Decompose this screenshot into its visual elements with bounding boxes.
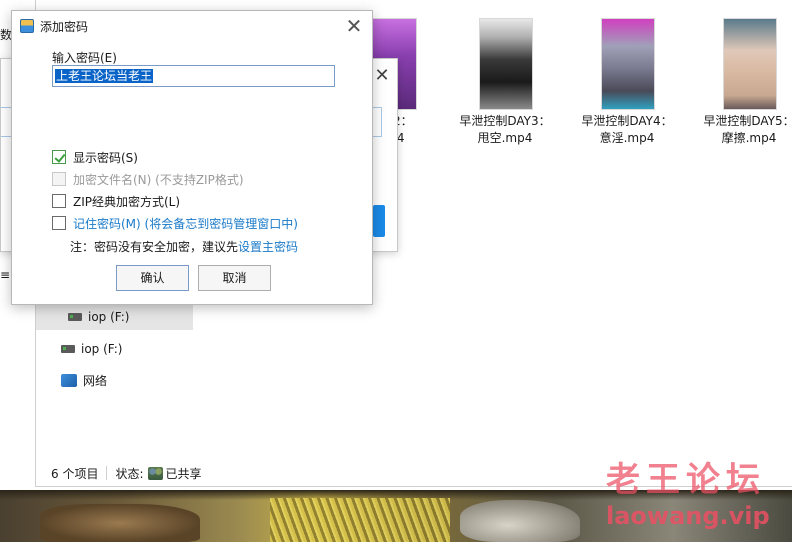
video-thumbnail[interactable] [479, 18, 533, 110]
archive-icon [20, 19, 34, 33]
status-divider [106, 466, 108, 480]
dialog-title: 添加密码 [40, 19, 89, 34]
cancel-button[interactable]: 取消 [198, 265, 271, 291]
nav-item-network[interactable]: 网络 [36, 367, 193, 393]
status-value: 已共享 [165, 466, 202, 481]
item-count: 6 个项目 [51, 466, 99, 481]
left-edge-text: ≡ [0, 268, 11, 282]
set-master-password-link[interactable]: 设置主密码 [238, 240, 298, 254]
wallpaper-mud [40, 504, 200, 542]
status-label: 状态: [115, 466, 144, 481]
show-password-option[interactable]: 显示密码(S) [52, 148, 138, 166]
password-value: 上老王论坛当老王 [55, 69, 154, 83]
caption-line: 意淫.mp4 [599, 131, 655, 145]
network-icon [61, 373, 77, 387]
nav-item-drive-selected[interactable]: iop (F:) [36, 304, 193, 330]
file-caption[interactable]: 早泄控制DAY4： 意淫.mp4 [572, 113, 682, 147]
password-label: 输入密码(E) [52, 51, 117, 65]
remember-password-option[interactable]: 记住密码(M) (将会备忘到密码管理窗口中) [52, 214, 298, 232]
watermark-url: laowang.vip [606, 502, 770, 530]
drive-icon [61, 345, 75, 353]
zip-classic-option[interactable]: ZIP经典加密方式(L) [52, 192, 180, 210]
file-caption[interactable]: 早泄控制DAY5： 摩擦.mp4 [694, 113, 792, 147]
remember-password-label: 记住密码(M) (将会备忘到密码管理窗口中) [73, 216, 298, 231]
caption-line: 早泄控制DAY5： [703, 114, 792, 128]
video-thumbnail[interactable] [723, 18, 777, 110]
encrypt-filenames-checkbox [52, 172, 66, 186]
video-thumbnail[interactable] [601, 18, 655, 110]
zip-classic-label: ZIP经典加密方式(L) [73, 194, 181, 209]
caption-line: 甩空.mp4 [477, 131, 533, 145]
zip-classic-checkbox[interactable] [52, 194, 66, 208]
confirm-button[interactable]: 确认 [116, 265, 189, 291]
caption-line: 早泄控制DAY4： [581, 114, 673, 128]
show-password-label: 显示密码(S) [73, 150, 138, 165]
encrypt-filenames-option: 加密文件名(N) (不支持ZIP格式) [52, 170, 244, 188]
wallpaper-rock [460, 500, 580, 542]
background-dialog-button[interactable] [373, 205, 385, 237]
nav-drive-selected-label: iop (F:) [88, 310, 130, 324]
nav-item-drive[interactable]: iop (F:) [36, 336, 193, 362]
encrypt-filenames-label: 加密文件名(N) (不支持ZIP格式) [73, 172, 244, 187]
caption-line: 早泄控制DAY3： [459, 114, 551, 128]
dialog-title-bar: 添加密码 ✕ [12, 11, 372, 41]
nav-network-label: 网络 [83, 373, 108, 388]
watermark-title: 老王论坛 [606, 460, 766, 500]
drive-icon [68, 313, 82, 321]
password-input[interactable]: 上老王论坛当老王 [52, 65, 335, 87]
add-password-dialog: 添加密码 ✕ 输入密码(E) 上老王论坛当老王 显示密码(S) 加密文件名(N)… [11, 10, 373, 305]
file-caption[interactable]: 早泄控制DAY3： 甩空.mp4 [450, 113, 560, 147]
wallpaper-grass [270, 498, 450, 542]
close-icon[interactable]: ✕ [344, 16, 364, 36]
shared-users-icon [147, 466, 163, 480]
close-icon[interactable]: ✕ [373, 67, 391, 85]
show-password-checkbox[interactable] [52, 150, 66, 164]
caption-line: 摩擦.mp4 [721, 131, 777, 145]
remember-password-checkbox[interactable] [52, 216, 66, 230]
security-note: 注：密码没有安全加密，建议先设置主密码 [70, 238, 298, 255]
security-note-text: 注：密码没有安全加密，建议先 [70, 240, 239, 254]
nav-drive-label: iop (F:) [81, 342, 123, 356]
